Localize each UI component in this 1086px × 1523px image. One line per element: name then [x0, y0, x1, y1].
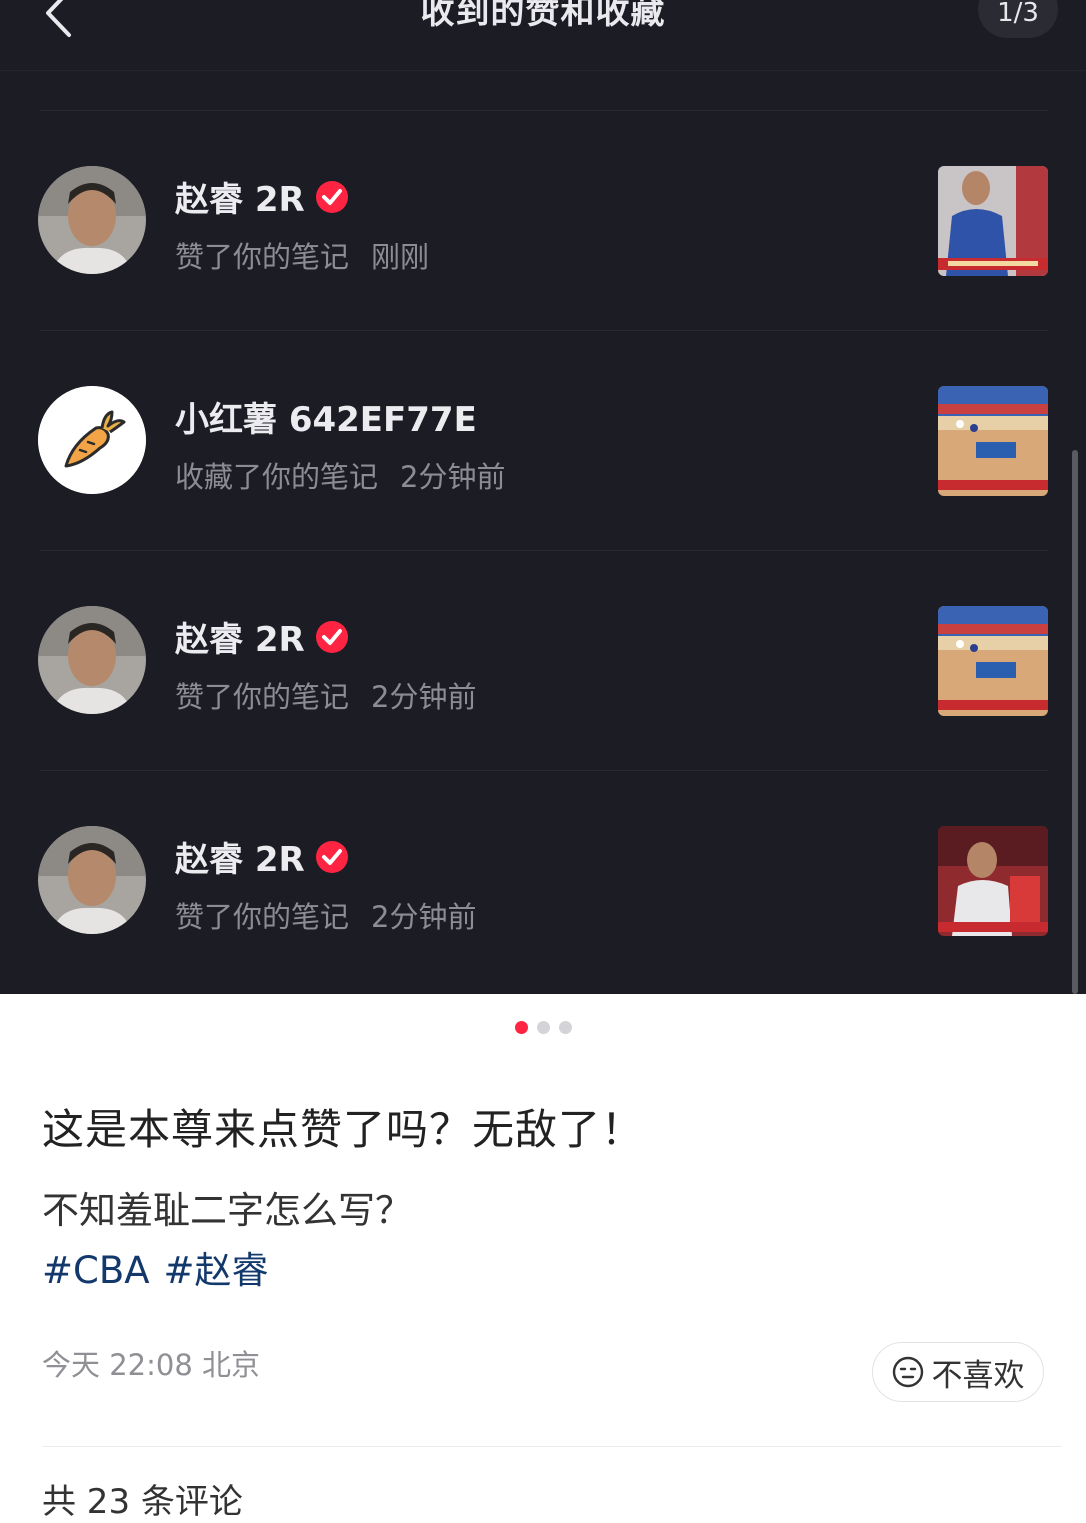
avatar[interactable]: [38, 826, 146, 934]
carousel-dot[interactable]: [536, 1021, 550, 1034]
notification-row[interactable]: 赵睿 2R 赞了你的笔记 刚刚: [0, 110, 1086, 330]
dislike-button[interactable]: 不喜欢: [872, 1342, 1044, 1402]
note-thumbnail[interactable]: [938, 386, 1048, 496]
notification-row[interactable]: 小红薯 642EF77E 收藏了你的笔记 2分钟前: [0, 330, 1086, 550]
notification-row[interactable]: 赵睿 2R 赞了你的笔记 2分钟前: [0, 550, 1086, 770]
divider: [42, 1446, 1062, 1447]
header: 收到的赞和收藏 1/3: [0, 0, 1086, 71]
notification-screenshot: 收到的赞和收藏 1/3 赵睿 2R 赞了你的笔记 刚刚 小红薯 642EF77E…: [0, 0, 1086, 994]
carousel-indicator: [0, 1021, 1086, 1034]
verified-icon: [315, 840, 348, 873]
carousel-dot[interactable]: [558, 1021, 572, 1034]
user-name[interactable]: 赵睿 2R: [175, 172, 349, 221]
hashtag-link[interactable]: #CBA: [42, 1249, 150, 1292]
user-name[interactable]: 赵睿 2R: [175, 612, 349, 661]
neutral-face-icon: [892, 1356, 923, 1388]
user-name[interactable]: 赵睿 2R: [175, 832, 349, 881]
notification-text: 赞了你的笔记 2分钟前: [175, 900, 477, 934]
scrollbar[interactable]: [1072, 450, 1078, 994]
avatar[interactable]: [38, 166, 146, 274]
page-title: 收到的赞和收藏: [420, 0, 666, 32]
image-counter: 1/3: [978, 0, 1058, 38]
avatar[interactable]: [38, 606, 146, 714]
note-thumbnail[interactable]: [938, 606, 1048, 716]
note-thumbnail[interactable]: [938, 166, 1048, 276]
user-name[interactable]: 小红薯 642EF77E: [175, 392, 477, 441]
notification-text: 赞了你的笔记 2分钟前: [175, 680, 477, 714]
verified-icon: [315, 620, 348, 653]
hashtag-link[interactable]: #赵睿: [164, 1249, 269, 1292]
avatar[interactable]: [38, 386, 146, 494]
post-title: 这是本尊来点赞了吗？无敌了！: [42, 1105, 645, 1154]
notification-text: 收藏了你的笔记 2分钟前: [175, 460, 506, 494]
post-meta: 今天 22:08 北京: [42, 1348, 261, 1382]
carrot-icon: [38, 386, 146, 494]
note-thumbnail[interactable]: [938, 826, 1048, 936]
carousel-dot-active[interactable]: [514, 1021, 528, 1034]
post-body: 不知羞耻二字怎么写？: [42, 1189, 412, 1232]
post-tags: #CBA #赵睿: [42, 1240, 269, 1294]
comments-count: 共 23 条评论: [42, 1482, 243, 1522]
verified-icon: [315, 180, 348, 213]
notification-text: 赞了你的笔记 刚刚: [175, 240, 430, 274]
notification-row[interactable]: 赵睿 2R 赞了你的笔记 2分钟前: [0, 770, 1086, 990]
